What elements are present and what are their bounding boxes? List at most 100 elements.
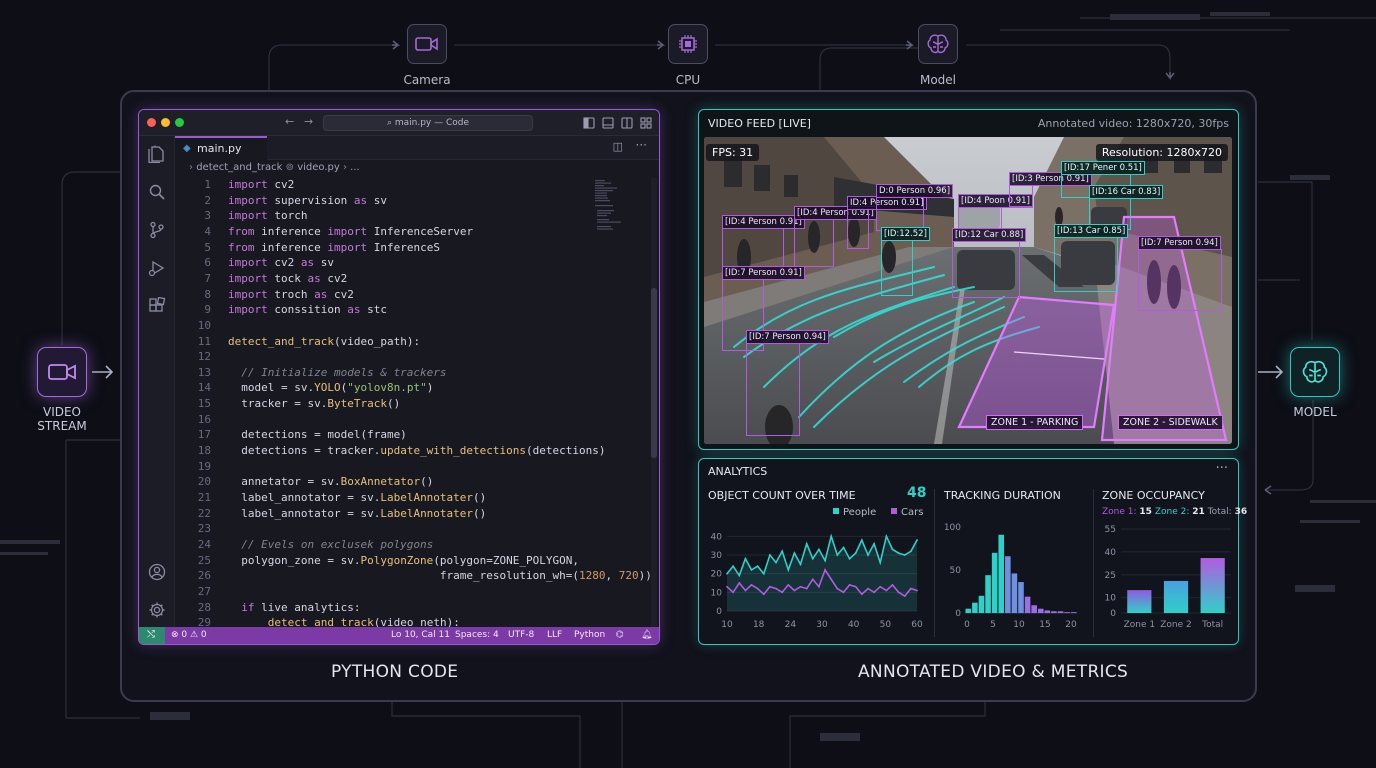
search-icon: ⌕ <box>386 118 395 128</box>
y-tick-label: 100 <box>944 523 961 533</box>
zone-occupancy-chart[interactable]: 0 10 25 40 55 Zone 1 Zone 2 Total <box>1097 519 1237 635</box>
data-point-cars <box>909 587 912 590</box>
status-language[interactable]: Python <box>574 630 605 640</box>
minimap[interactable] <box>593 178 623 238</box>
zone-bar <box>1163 580 1189 613</box>
detection-box[interactable]: [ID:12.52] <box>881 227 930 296</box>
detection-box[interactable]: [ID:4 Person 0.91] <box>722 215 805 268</box>
status-indentation[interactable]: Spaces: 4 <box>455 630 499 640</box>
code-line[interactable]: // Evels on exclusek polygons <box>228 538 433 551</box>
code-line[interactable]: import conssition as stc <box>228 303 387 316</box>
layout-toggle-icons[interactable] <box>583 117 659 129</box>
x-tick-label: 18 <box>753 620 765 630</box>
detection-box[interactable]: [ID:13 Car 0.85] <box>1054 224 1129 292</box>
data-point-people <box>738 574 741 577</box>
detection-box[interactable]: [ID:4 Person 0.91] <box>794 206 877 267</box>
object-count-chart[interactable]: 0 10 20 30 40 10 18 24 30 40 50 60 <box>703 519 927 635</box>
copilot-icon[interactable]: ⌬ <box>616 630 624 640</box>
extensions-icon[interactable] <box>147 296 167 316</box>
annotated-video-caption: ANNOTATED VIDEO & METRICS <box>858 662 1129 682</box>
status-eol[interactable]: LLF <box>547 630 562 640</box>
detection-box[interactable]: [ID:12 Car 0.88] <box>952 228 1027 298</box>
code-line[interactable]: import torch <box>228 209 308 222</box>
y-tick-label: 20 <box>711 570 723 580</box>
histogram-bar <box>985 575 991 613</box>
code-line[interactable]: detections = tracker.update_with_detecti… <box>228 444 605 457</box>
back-arrow-icon[interactable]: ← <box>285 115 294 128</box>
data-point-cars <box>897 591 900 594</box>
tab-main-py[interactable]: ◆ main.py <box>175 136 267 160</box>
editor-tabs: ◆ main.py ◫ ··· <box>175 136 659 160</box>
detection-box[interactable]: [ID:3 Person 0.91] <box>1009 172 1092 207</box>
code-line[interactable]: import supervision as sv <box>228 194 387 207</box>
code-line[interactable]: polygon_zone = sv.PolygonZone(polygon=ZO… <box>228 554 579 567</box>
code-line[interactable]: label_annotator = sv.LabelAnnotater() <box>228 491 486 504</box>
close-window-button[interactable] <box>147 118 156 127</box>
code-line[interactable]: from inference import InferenceServer <box>228 225 473 238</box>
code-line[interactable]: tracker = sv.ByteTrack() <box>228 397 400 410</box>
minimize-window-button[interactable] <box>161 118 170 127</box>
search-icon[interactable] <box>147 182 167 202</box>
detection-label: [ID:12 Car 0.88] <box>952 228 1027 242</box>
line-number: 27 <box>197 584 211 598</box>
code-line[interactable]: // Initialize models & trackers <box>228 366 446 379</box>
code-line[interactable]: detect_and_track(video_path): <box>228 335 420 348</box>
source-control-icon[interactable] <box>147 220 167 240</box>
forward-arrow-icon[interactable]: → <box>304 115 313 128</box>
settings-gear-icon[interactable] <box>147 600 167 620</box>
line-number: 19 <box>197 459 211 473</box>
detection-box[interactable]: [ID:7 Person 0.94] <box>746 330 829 436</box>
model-output-label: MODEL <box>1293 405 1337 419</box>
data-point-cars <box>793 589 796 592</box>
code-line[interactable]: from inference import InferenceS <box>228 241 440 254</box>
breadcrumb-item[interactable]: ... <box>350 162 360 173</box>
histogram-bar <box>978 595 985 613</box>
status-encoding[interactable]: UTF-8 <box>508 630 534 640</box>
x-tick-label: Total <box>1201 620 1223 630</box>
command-center-search[interactable]: ⌕ main.py — Code <box>323 115 533 131</box>
scrollbar-thumb[interactable] <box>651 288 657 458</box>
code-line[interactable]: model = sv.YOLO("yolov8n.pt") <box>228 381 433 394</box>
x-tick-label: 40 <box>848 620 860 630</box>
account-icon[interactable] <box>147 562 167 582</box>
data-point-cars <box>787 583 790 586</box>
data-point-cars <box>867 587 869 590</box>
histogram-bar <box>1044 610 1051 613</box>
data-point-cars <box>916 589 918 592</box>
split-editor-icon[interactable]: ◫ <box>613 140 623 153</box>
status-cursor-position[interactable]: Lo 10, Cal 11 <box>391 630 450 640</box>
code-line[interactable]: import troch as cv2 <box>228 288 354 301</box>
more-actions-icon[interactable]: ··· <box>636 138 647 152</box>
line-number: 4 <box>204 224 211 238</box>
object-count-title: OBJECT COUNT OVER TIME <box>708 489 856 502</box>
line-number: 9 <box>204 303 211 317</box>
maximize-window-button[interactable] <box>175 118 184 127</box>
code-line[interactable]: import cv2 <box>228 178 294 191</box>
data-point-people <box>848 557 851 560</box>
tracking-duration-chart[interactable]: 0 50 100 0 5 10 15 20 <box>937 509 1085 635</box>
code-line[interactable]: detections = model(frame) <box>228 428 407 441</box>
data-point-cars <box>879 585 882 588</box>
data-point-cars <box>873 591 875 594</box>
code-line[interactable]: import tock as cv2 <box>228 272 347 285</box>
status-problems[interactable]: ⊗ 0 ⚠ 0 <box>171 630 207 640</box>
remote-indicator[interactable]: ⤭ <box>139 627 165 644</box>
detection-box[interactable]: [ID:7 Person 0.94] <box>1138 236 1222 311</box>
code-line[interactable]: if live analytics: <box>228 601 360 614</box>
code-line[interactable]: import cv2 as sv <box>228 256 334 269</box>
editor-scrollbar[interactable] <box>651 178 657 628</box>
code-line[interactable]: annetator = sv.BoxAnnetator() <box>228 475 433 488</box>
breadcrumb-item[interactable]: detect_and_track <box>196 162 282 173</box>
zone1-summary-value: 15 <box>1139 507 1152 517</box>
code-line[interactable]: frame_resolution_wh=(1280, 720)) <box>228 569 652 582</box>
more-options-icon[interactable]: ··· <box>1216 461 1228 476</box>
breadcrumb-item[interactable]: video.py <box>297 162 340 173</box>
annotated-video-frame[interactable]: FPS: 31 Resolution: 1280x720 [ID:4 Perso… <box>704 137 1232 444</box>
explorer-icon[interactable] <box>147 144 167 164</box>
detection-box[interactable]: ID:4 Person 0.91] <box>847 196 927 249</box>
notification-bell-icon[interactable]: 🔔︎ <box>641 630 652 640</box>
detection-box[interactable]: D:0 Person 0.96] <box>876 184 954 231</box>
run-debug-icon[interactable] <box>147 258 167 278</box>
code-area[interactable]: 1 import cv2 2 import supervision as sv 3 imp… <box>175 178 652 629</box>
code-line[interactable]: label_annotator = sv.LabelAnnotater() <box>228 507 486 520</box>
